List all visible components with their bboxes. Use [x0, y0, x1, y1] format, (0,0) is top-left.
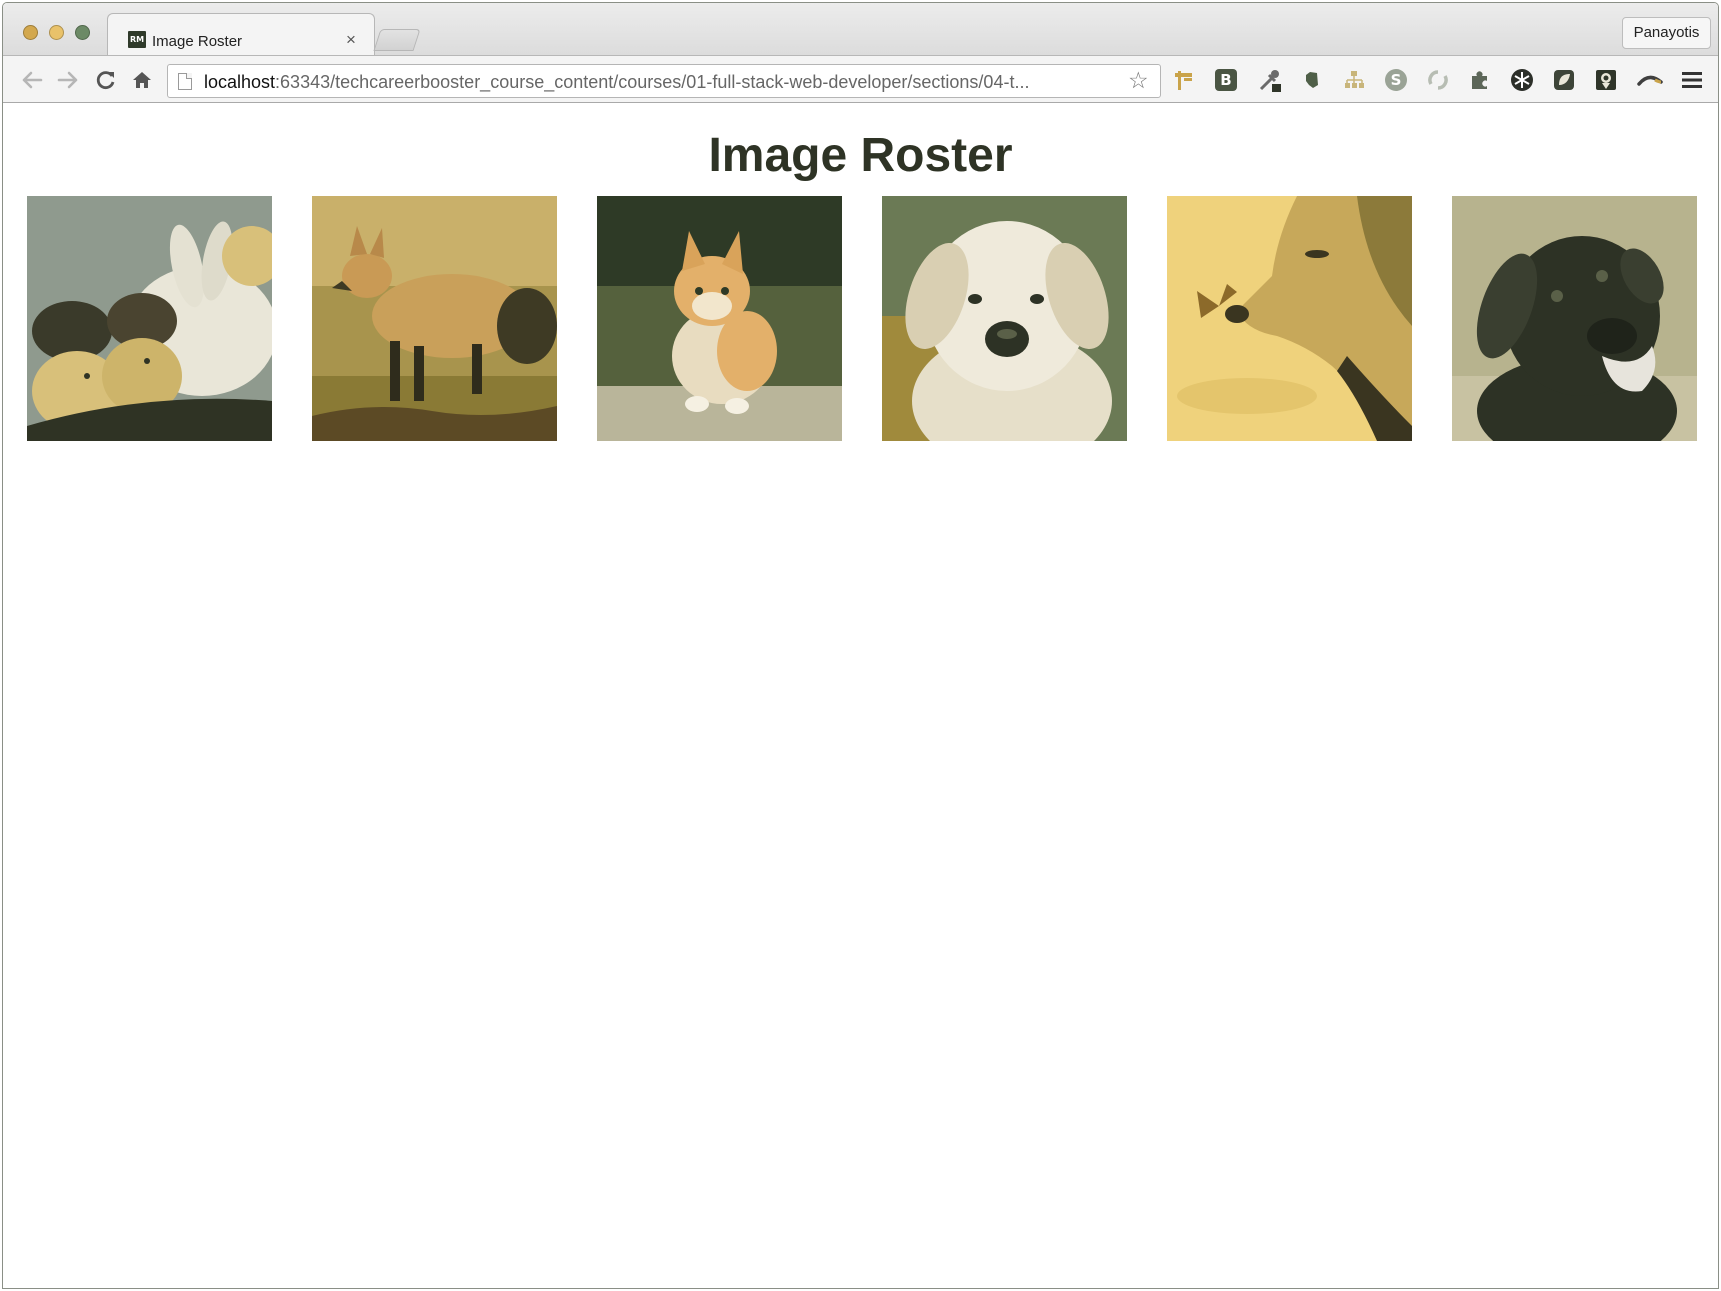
url-text[interactable]: localhost:63343/techcareerbooster_course… — [204, 72, 1100, 93]
sitemap-icon[interactable] — [1341, 67, 1367, 93]
image-roster — [27, 196, 1697, 441]
reload-icon[interactable] — [91, 65, 121, 95]
toolbar: localhost:63343/techcareerbooster_course… — [3, 55, 1718, 103]
tab-close-icon[interactable]: × — [346, 30, 356, 50]
minimize-window-button[interactable] — [49, 25, 64, 40]
puzzle-icon[interactable] — [1467, 67, 1493, 93]
signpost-icon[interactable] — [1171, 67, 1197, 93]
forward-arrow-icon[interactable] — [53, 65, 83, 95]
black-labrador-photo — [1452, 196, 1697, 441]
tab-title: Image Roster — [152, 33, 243, 50]
boomerang-icon[interactable] — [1637, 67, 1663, 93]
page-title: Image Roster — [708, 129, 1013, 182]
fox-photo — [312, 196, 557, 441]
kitten-photo — [597, 196, 842, 441]
profile-button[interactable]: Panayotis — [1622, 17, 1711, 49]
address-bar[interactable]: localhost:63343/techcareerbooster_course… — [167, 64, 1161, 98]
square-extension-icon[interactable] — [1551, 67, 1577, 93]
star-icon[interactable]: ☆ — [1128, 68, 1149, 94]
close-window-button[interactable] — [23, 25, 38, 40]
b-extension-icon[interactable]: B — [1213, 67, 1239, 93]
swirl-icon[interactable] — [1425, 67, 1451, 93]
window-controls — [23, 25, 90, 40]
badge-extension-icon[interactable] — [1593, 67, 1619, 93]
page-content: Image Roster — [3, 104, 1718, 1288]
maximize-window-button[interactable] — [75, 25, 90, 40]
snowflake-icon[interactable] — [1509, 67, 1535, 93]
eyedropper-icon[interactable] — [1257, 67, 1283, 93]
hamburger-menu-icon[interactable] — [1679, 67, 1705, 93]
back-arrow-icon[interactable] — [17, 65, 47, 95]
home-icon[interactable] — [127, 65, 157, 95]
evernote-icon[interactable] — [1299, 67, 1325, 93]
skype-icon[interactable]: S — [1383, 67, 1409, 93]
chicks-and-bunny-photo — [27, 196, 272, 441]
puppy-photo — [882, 196, 1127, 441]
browser-window: RM Image Roster × Panayotis localhost:63… — [2, 2, 1719, 1289]
tab-strip: RM Image Roster × Panayotis — [3, 3, 1718, 56]
golden-retriever-butterfly-photo — [1167, 196, 1412, 441]
tab-favicon-icon: RM — [128, 31, 146, 48]
new-tab-button[interactable] — [373, 29, 421, 51]
tab-image-roster[interactable]: RM Image Roster × — [107, 13, 375, 56]
page-icon — [178, 73, 192, 90]
